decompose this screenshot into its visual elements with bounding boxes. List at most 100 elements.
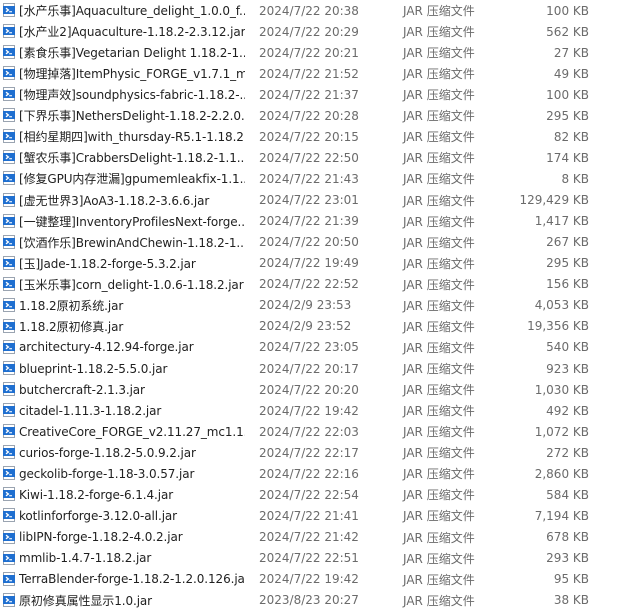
file-modified-date: 2024/7/22 22:52	[259, 277, 359, 292]
file-size: 49 KB	[553, 66, 589, 81]
file-type: JAR 压缩文件	[403, 4, 475, 18]
file-type: JAR 压缩文件	[403, 67, 475, 82]
file-type: JAR 压缩文件	[403, 319, 475, 334]
file-modified-date: 2024/7/22 20:50	[259, 235, 359, 250]
file-size: 267 KB	[546, 235, 589, 250]
file-modified-date: 2024/7/22 20:15	[259, 129, 359, 144]
jar-file-icon	[2, 234, 16, 249]
file-type: JAR 压缩文件	[403, 25, 475, 40]
file-size: 129,429 KB	[519, 193, 589, 208]
file-row[interactable]: Kiwi-1.18.2-forge-6.1.4.jar 2024/7/22 22:…	[0, 484, 618, 505]
file-row[interactable]: curios-forge-1.18.2-5.0.9.2.jar 2024/7/22…	[0, 442, 618, 463]
file-row[interactable]: 原初修真属性显示1.0.jar 2023/8/23 20:27 JAR 压缩文件 38…	[0, 590, 618, 611]
file-row[interactable]: [修复GPU内存泄漏]gpumemleakfix-1.1... 2024/7/22…	[0, 168, 618, 189]
file-name: [素食乐事]Vegetarian Delight 1.18.2-1...	[19, 46, 245, 61]
file-name: blueprint-1.18.2-5.5.0.jar	[19, 361, 168, 376]
file-size: 540 KB	[546, 340, 589, 355]
file-row[interactable]: geckolib-forge-1.18-3.0.57.jar 2024/7/22 …	[0, 463, 618, 484]
file-name: Kiwi-1.18.2-forge-6.1.4.jar	[19, 487, 174, 502]
file-row[interactable]: [玉]Jade-1.18.2-forge-5.3.2.jar 2024/7/22 …	[0, 253, 618, 274]
file-row[interactable]: architectury-4.12.94-forge.jar 2024/7/22 …	[0, 337, 618, 358]
file-size: 100 KB	[546, 87, 589, 102]
file-modified-date: 2024/2/9 23:52	[259, 319, 352, 334]
jar-file-icon	[2, 213, 16, 228]
file-name: [虚无世界3]AoA3-1.18.2-3.6.6.jar	[19, 193, 210, 208]
file-row[interactable]: [饮酒作乐]BrewinAndChewin-1.18.2-1.... 2024/7…	[0, 232, 618, 253]
file-size: 100 KB	[546, 3, 589, 18]
file-size: 95 KB	[553, 572, 589, 587]
file-row[interactable]: butchercraft-2.1.3.jar 2024/7/22 20:20 JAR…	[0, 379, 618, 400]
file-size: 1,417 KB	[534, 214, 589, 229]
file-row[interactable]: [物理掉落]ItemPhysic_FORGE_v1.7.1_m... 2024/7…	[0, 63, 618, 84]
file-row[interactable]: [玉米乐事]corn_delight-1.0.6-1.18.2.jar 2024/…	[0, 274, 618, 295]
file-type: JAR 压缩文件	[403, 530, 475, 545]
jar-file-icon	[2, 276, 16, 291]
file-row[interactable]: TerraBlender-forge-1.18.2-1.2.0.126.jar 2…	[0, 569, 618, 590]
file-name: geckolib-forge-1.18-3.0.57.jar	[19, 466, 195, 481]
jar-file-icon	[2, 150, 16, 165]
file-row[interactable]: [水产业2]Aquaculture-1.18.2-2.3.12.jar 2024/…	[0, 21, 618, 42]
file-size: 1,030 KB	[534, 382, 589, 397]
file-name: curios-forge-1.18.2-5.0.9.2.jar	[19, 445, 196, 460]
file-row[interactable]: [相约星期四]with_thursday-R5.1-1.18.2... 2024/…	[0, 126, 618, 147]
file-modified-date: 2024/7/22 23:01	[259, 193, 359, 208]
file-modified-date: 2024/7/22 22:17	[259, 445, 359, 460]
file-size: 4,053 KB	[534, 298, 589, 313]
file-row[interactable]: 1.18.2原初修真.jar 2024/2/9 23:52 JAR 压缩文件 19,3…	[0, 316, 618, 337]
file-row[interactable]: [蟹农乐事]CrabbersDelight-1.18.2-1.1.... 2024…	[0, 147, 618, 168]
file-size: 2,860 KB	[534, 466, 589, 481]
jar-file-icon	[2, 45, 16, 60]
file-row[interactable]: [虚无世界3]AoA3-1.18.2-3.6.6.jar 2024/7/22 23…	[0, 190, 618, 211]
file-row[interactable]: 1.18.2原初系统.jar 2024/2/9 23:53 JAR 压缩文件 4,05…	[0, 295, 618, 316]
file-row[interactable]: libIPN-forge-1.18.2-4.0.2.jar 2024/7/22 2…	[0, 527, 618, 548]
file-name: [下界乐事]NethersDelight-1.18.2-2.2.0....	[19, 109, 245, 124]
file-size: 923 KB	[546, 361, 589, 376]
file-row[interactable]: CreativeCore_FORGE_v2.11.27_mc1.1... 2024…	[0, 421, 618, 442]
file-size: 38 KB	[553, 593, 589, 608]
file-modified-date: 2024/2/9 23:53	[259, 298, 352, 313]
file-size: 8 KB	[561, 171, 589, 186]
file-type: JAR 压缩文件	[403, 172, 475, 187]
file-type: JAR 压缩文件	[403, 130, 475, 145]
file-list: [水产乐事]Aquaculture_delight_1.0.0_f... 2024…	[0, 0, 618, 613]
jar-file-icon	[2, 508, 16, 523]
jar-file-icon	[2, 550, 16, 565]
file-row[interactable]: [素食乐事]Vegetarian Delight 1.18.2-1... 2024…	[0, 42, 618, 63]
file-type: JAR 压缩文件	[403, 362, 475, 377]
file-row[interactable]: [一键整理]InventoryProfilesNext-forge... 2024…	[0, 211, 618, 232]
file-name: [一键整理]InventoryProfilesNext-forge...	[19, 214, 245, 229]
file-size: 272 KB	[546, 445, 589, 460]
file-row[interactable]: blueprint-1.18.2-5.5.0.jar 2024/7/22 20:1…	[0, 358, 618, 379]
file-type: JAR 压缩文件	[403, 214, 475, 229]
file-modified-date: 2024/7/22 20:21	[259, 45, 359, 60]
file-modified-date: 2024/7/22 22:54	[259, 487, 359, 502]
file-name: [物理声效]soundphysics-fabric-1.18.2-...	[19, 88, 245, 103]
file-modified-date: 2024/7/22 21:43	[259, 171, 359, 186]
file-row[interactable]: mmlib-1.4.7-1.18.2.jar 2024/7/22 22:51 JAR…	[0, 548, 618, 569]
file-modified-date: 2024/7/22 22:51	[259, 551, 359, 566]
jar-file-icon	[2, 171, 16, 186]
file-type: JAR 压缩文件	[403, 340, 475, 355]
file-modified-date: 2024/7/22 20:29	[259, 24, 359, 39]
file-name: [物理掉落]ItemPhysic_FORGE_v1.7.1_m...	[19, 67, 245, 82]
jar-file-icon	[2, 297, 16, 312]
file-size: 678 KB	[546, 530, 589, 544]
jar-file-icon	[2, 424, 16, 439]
file-row[interactable]: [物理声效]soundphysics-fabric-1.18.2-... 2024…	[0, 84, 618, 105]
file-name: [水产乐事]Aquaculture_delight_1.0.0_f...	[19, 4, 245, 18]
file-name: 原初修真属性显示1.0.jar	[19, 593, 153, 608]
file-size: 1,072 KB	[534, 424, 589, 439]
file-type: JAR 压缩文件	[403, 551, 475, 566]
file-modified-date: 2024/7/22 21:37	[259, 87, 359, 102]
jar-file-icon	[2, 445, 16, 460]
jar-file-icon	[2, 361, 16, 376]
file-type: JAR 压缩文件	[403, 467, 475, 482]
file-name: 1.18.2原初系统.jar	[19, 298, 124, 313]
file-row[interactable]: citadel-1.11.3-1.18.2.jar 2024/7/22 19:42…	[0, 400, 618, 421]
file-row[interactable]: [下界乐事]NethersDelight-1.18.2-2.2.0.... 202…	[0, 105, 618, 126]
file-name: [修复GPU内存泄漏]gpumemleakfix-1.1...	[19, 172, 245, 187]
file-row[interactable]: [水产乐事]Aquaculture_delight_1.0.0_f... 2024…	[0, 0, 618, 21]
file-row[interactable]: kotlinforforge-3.12.0-all.jar 2024/7/22 2…	[0, 505, 618, 526]
file-modified-date: 2024/7/22 22:03	[259, 424, 359, 439]
jar-file-icon	[2, 487, 16, 502]
